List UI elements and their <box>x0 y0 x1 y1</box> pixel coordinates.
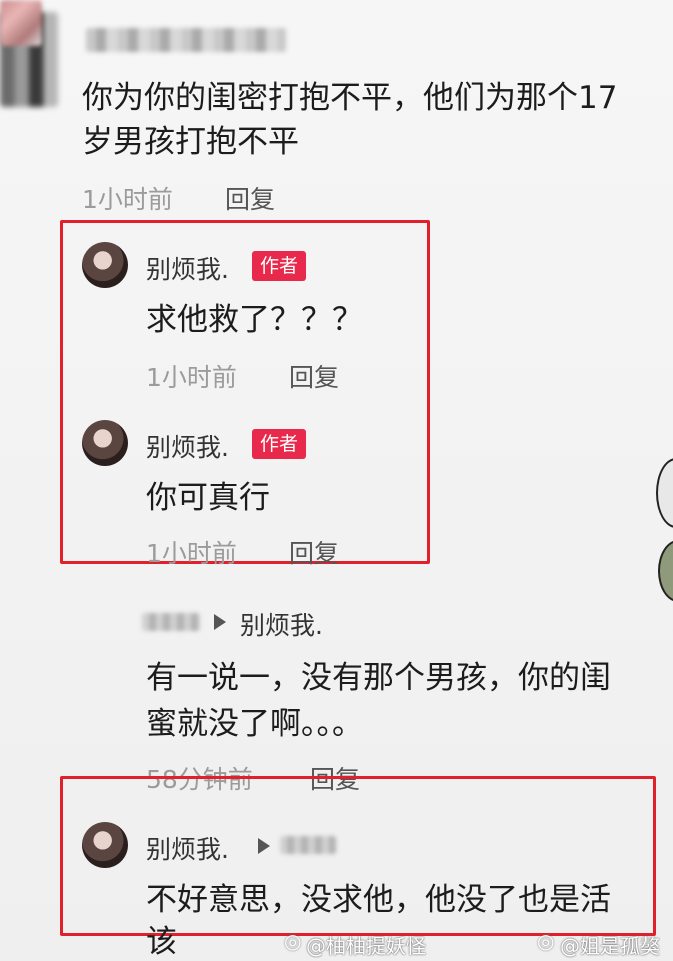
reply-button[interactable]: 回复 <box>225 180 275 216</box>
side-avatar-partial <box>658 540 673 602</box>
reply-button[interactable]: 回复 <box>289 534 339 570</box>
author-badge: 作者 <box>252 429 307 459</box>
reply-arrow-icon <box>214 614 226 630</box>
username[interactable]: 别烦我. <box>146 830 229 866</box>
comment-text: 蜜就没了啊。。。 <box>146 706 363 742</box>
side-avatar-partial <box>656 458 673 528</box>
username[interactable]: 别烦我. <box>146 428 229 464</box>
author-badge: 作者 <box>252 251 307 281</box>
avatar[interactable] <box>82 822 128 868</box>
comment-text: 有一说一，没有那个男孩，你的闺 <box>146 660 611 696</box>
comment-screenshot: 你为你的闺密打抱不平，他们为那个17 岁男孩打抱不平 1小时前 回复 别烦我. … <box>0 0 673 961</box>
reply-button[interactable]: 回复 <box>289 358 339 394</box>
comment-text: 你为你的闺密打抱不平，他们为那个17 <box>82 80 618 116</box>
comment-text: 求他救了？？？ <box>146 302 363 338</box>
weibo-icon: ◎ <box>537 929 555 953</box>
comment-text: 岁男孩打抱不平 <box>82 124 299 160</box>
timestamp: 1小时前 <box>82 185 173 214</box>
avatar[interactable] <box>82 420 128 466</box>
avatar[interactable] <box>0 0 42 46</box>
username-redacted[interactable] <box>142 613 200 631</box>
timestamp: 1小时前 <box>146 539 237 568</box>
watermark-right: @姐是孤獒 <box>560 934 660 958</box>
watermark-left: @柚柚提妖怪 <box>306 934 426 958</box>
username-redacted[interactable] <box>86 28 286 52</box>
reply-to-redacted[interactable] <box>280 836 336 854</box>
timestamp: 1小时前 <box>146 363 237 392</box>
reply-arrow-icon <box>258 838 270 854</box>
avatar[interactable] <box>82 242 128 288</box>
username[interactable]: 别烦我. <box>146 250 229 286</box>
comment-text: 你可真行 <box>146 480 270 516</box>
comment-text: 不好意思，没求他，他没了也是活 <box>146 882 611 918</box>
reply-to-username[interactable]: 别烦我. <box>240 606 323 642</box>
weibo-icon: ◎ <box>284 929 302 953</box>
comment-text: 该 <box>146 924 177 960</box>
